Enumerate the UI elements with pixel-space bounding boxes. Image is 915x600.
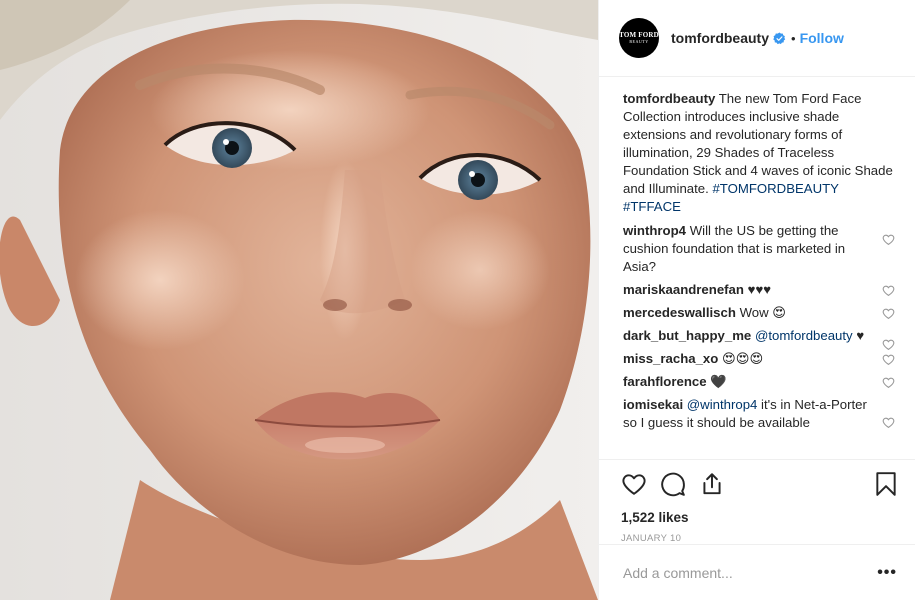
comment-item: iomisekai @winthrop4 it's in Net-a-Porte…	[623, 396, 895, 432]
like-comment-heart-icon[interactable]	[882, 233, 895, 246]
like-comment-heart-icon[interactable]	[882, 353, 895, 366]
post-date[interactable]: JANUARY 10	[621, 533, 899, 544]
bookmark-icon[interactable]	[873, 471, 899, 497]
portrait-image	[0, 0, 598, 600]
comment-username[interactable]: mariskaandrenefan	[623, 282, 744, 297]
comment-username[interactable]: dark_but_happy_me	[623, 328, 751, 343]
comment-text: 🖤	[710, 374, 727, 389]
avatar[interactable]: TOM FORD BEAUTY	[619, 18, 659, 58]
action-icons	[621, 462, 899, 506]
comment-username[interactable]: miss_racha_xo	[623, 351, 718, 366]
like-heart-icon[interactable]	[621, 471, 647, 497]
post-sidebar: TOM FORD BEAUTY tomfordbeauty • Follow t…	[598, 0, 915, 600]
comment-item: farahflorence 🖤	[623, 373, 895, 391]
comment-username[interactable]: winthrop4	[623, 223, 686, 238]
comment-item: mercedeswallisch Wow 😍	[623, 304, 895, 322]
comment-bubble-icon[interactable]	[660, 471, 686, 497]
add-comment-bar: •••	[599, 544, 915, 600]
comment-item: dark_but_happy_me @tomfordbeauty ♥	[623, 327, 895, 351]
post-photo[interactable]	[0, 0, 598, 600]
comment-item: winthrop4 Will the US be getting the cus…	[623, 222, 895, 276]
add-comment-input[interactable]	[623, 564, 878, 581]
comment-item: mariskaandrenefan ♥♥♥	[623, 281, 895, 299]
hashtag-link[interactable]: #TFFACE	[623, 199, 681, 214]
verified-badge-icon	[773, 32, 786, 44]
header-username[interactable]: tomfordbeauty	[671, 30, 769, 46]
follow-button[interactable]: Follow	[800, 30, 844, 46]
like-comment-heart-icon[interactable]	[882, 376, 895, 389]
post-header: TOM FORD BEAUTY tomfordbeauty • Follow	[599, 0, 915, 77]
comment-mention[interactable]: @winthrop4	[687, 397, 758, 412]
comment-text: 😍😍😍	[721, 351, 764, 366]
hashtag-link[interactable]: #TOMFORDBEAUTY	[712, 181, 838, 196]
like-comment-heart-icon[interactable]	[882, 307, 895, 320]
comment-text: Wow 😍	[739, 305, 787, 320]
more-options-button[interactable]: •••	[877, 564, 897, 582]
instagram-post: TOM FORD BEAUTY tomfordbeauty • Follow t…	[0, 0, 915, 600]
comment-username[interactable]: iomisekai	[623, 397, 683, 412]
caption: tomfordbeauty The new Tom Ford Face Coll…	[623, 90, 895, 216]
like-comment-heart-icon[interactable]	[882, 284, 895, 297]
like-comment-heart-icon[interactable]	[882, 416, 895, 429]
comment-username[interactable]: mercedeswallisch	[623, 305, 736, 320]
comment-username[interactable]: farahflorence	[623, 374, 707, 389]
share-icon[interactable]	[699, 471, 725, 497]
comment-item: miss_racha_xo 😍😍😍	[623, 350, 895, 368]
comment-mention[interactable]: @tomfordbeauty	[755, 328, 853, 343]
avatar-logo-line2: BEAUTY	[629, 39, 649, 44]
caption-username[interactable]: tomfordbeauty	[623, 91, 715, 106]
comments-list[interactable]: tomfordbeauty The new Tom Ford Face Coll…	[599, 77, 915, 459]
avatar-logo-line1: TOM FORD	[619, 31, 659, 39]
comment-text: ♥	[856, 328, 865, 343]
comment-text: ♥♥♥	[747, 282, 772, 297]
likes-count[interactable]: 1,522 likes	[621, 509, 899, 527]
header-separator: •	[791, 30, 796, 46]
